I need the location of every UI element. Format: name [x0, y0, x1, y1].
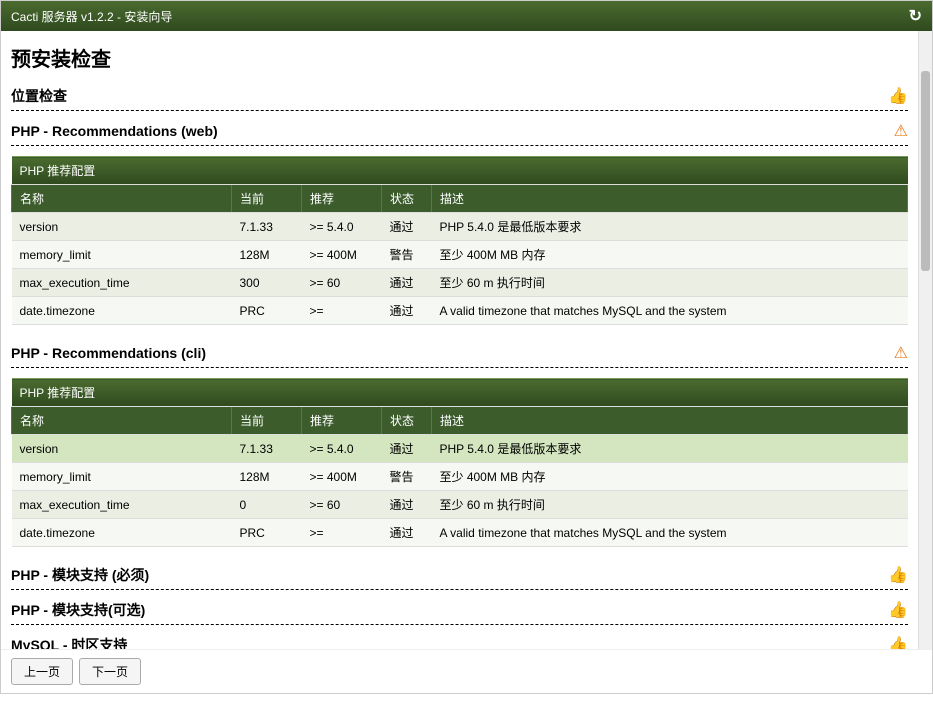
col-status: 状态	[382, 185, 432, 213]
table-row: memory_limit128M>= 400M警告至少 400M MB 内存	[12, 241, 908, 269]
cell-current: 128M	[232, 241, 302, 269]
refresh-icon[interactable]: ↻	[909, 6, 922, 26]
cell-name: date.timezone	[12, 297, 232, 325]
scrollbar[interactable]	[918, 31, 932, 649]
cell-recommended: >= 5.4.0	[302, 435, 382, 463]
titlebar: Cacti 服务器 v1.2.2 - 安装向导 ↻	[1, 1, 932, 31]
cell-description: PHP 5.4.0 是最低版本要求	[432, 435, 908, 463]
cell-name: date.timezone	[12, 519, 232, 547]
table-row: version7.1.33>= 5.4.0通过PHP 5.4.0 是最低版本要求	[12, 213, 908, 241]
section-mod-optional-title: PHP - 模块支持(可选)	[11, 600, 145, 620]
cell-current: 128M	[232, 463, 302, 491]
table-caption: PHP 推荐配置	[12, 157, 908, 185]
scrollbar-thumb[interactable]	[921, 71, 930, 271]
prev-button[interactable]: 上一页	[11, 658, 73, 685]
table-row: max_execution_time0>= 60通过至少 60 m 执行时间	[12, 491, 908, 519]
col-current: 当前	[232, 185, 302, 213]
section-mysql-tz-title: MySQL - 时区支持	[11, 635, 127, 649]
cell-recommended: >=	[302, 297, 382, 325]
table-header-row: 名称 当前 推荐 状态 描述	[12, 407, 908, 435]
col-name: 名称	[12, 185, 232, 213]
cell-status: 警告	[382, 241, 432, 269]
content-area: 预安装检查 位置检查 👍 PHP - Recommendations (web)…	[1, 31, 918, 649]
cell-current: 0	[232, 491, 302, 519]
cell-recommended: >=	[302, 519, 382, 547]
col-status: 状态	[382, 407, 432, 435]
cell-status: 通过	[382, 213, 432, 241]
cell-status: 警告	[382, 463, 432, 491]
section-php-web[interactable]: PHP - Recommendations (web) ⚠	[11, 119, 908, 146]
warning-icon: ⚠	[894, 343, 908, 363]
cell-description: 至少 400M MB 内存	[432, 241, 908, 269]
cell-description: 至少 60 m 执行时间	[432, 491, 908, 519]
cell-current: 300	[232, 269, 302, 297]
section-mysql-tz[interactable]: MySQL - 时区支持 👍	[11, 633, 908, 649]
section-php-web-title: PHP - Recommendations (web)	[11, 123, 218, 139]
table-row: date.timezonePRC>=通过A valid timezone tha…	[12, 519, 908, 547]
table-row: memory_limit128M>= 400M警告至少 400M MB 内存	[12, 463, 908, 491]
cell-description: PHP 5.4.0 是最低版本要求	[432, 213, 908, 241]
cell-recommended: >= 400M	[302, 241, 382, 269]
cell-description: 至少 60 m 执行时间	[432, 269, 908, 297]
col-description: 描述	[432, 185, 908, 213]
warning-icon: ⚠	[894, 121, 908, 141]
section-php-cli-title: PHP - Recommendations (cli)	[11, 345, 206, 361]
titlebar-text: Cacti 服务器 v1.2.2 - 安装向导	[11, 8, 172, 25]
section-location[interactable]: 位置检查 👍	[11, 84, 908, 111]
cell-current: 7.1.33	[232, 435, 302, 463]
cell-name: memory_limit	[12, 463, 232, 491]
section-mod-optional[interactable]: PHP - 模块支持(可选) 👍	[11, 598, 908, 625]
cell-name: version	[12, 213, 232, 241]
install-wizard-window: Cacti 服务器 v1.2.2 - 安装向导 ↻ 预安装检查 位置检查 👍 P…	[0, 0, 933, 694]
wizard-footer: 上一页 下一页	[1, 649, 932, 693]
cell-current: PRC	[232, 297, 302, 325]
php-cli-table: PHP 推荐配置 名称 当前 推荐 状态 描述 version7.1.33>= …	[11, 378, 908, 547]
thumbs-up-icon: 👍	[888, 635, 908, 649]
cell-name: max_execution_time	[12, 269, 232, 297]
cell-recommended: >= 60	[302, 269, 382, 297]
cell-description: A valid timezone that matches MySQL and …	[432, 519, 908, 547]
cell-status: 通过	[382, 297, 432, 325]
section-php-cli[interactable]: PHP - Recommendations (cli) ⚠	[11, 341, 908, 368]
cell-name: memory_limit	[12, 241, 232, 269]
cell-status: 通过	[382, 269, 432, 297]
thumbs-up-icon: 👍	[888, 565, 908, 585]
cell-status: 通过	[382, 519, 432, 547]
cell-name: version	[12, 435, 232, 463]
col-current: 当前	[232, 407, 302, 435]
table-row: date.timezonePRC>=通过A valid timezone tha…	[12, 297, 908, 325]
table-row: max_execution_time300>= 60通过至少 60 m 执行时间	[12, 269, 908, 297]
thumbs-up-icon: 👍	[888, 86, 908, 106]
table-caption: PHP 推荐配置	[12, 379, 908, 407]
col-description: 描述	[432, 407, 908, 435]
cell-recommended: >= 5.4.0	[302, 213, 382, 241]
col-name: 名称	[12, 407, 232, 435]
cell-description: 至少 400M MB 内存	[432, 463, 908, 491]
col-recommended: 推荐	[302, 185, 382, 213]
table-header-row: 名称 当前 推荐 状态 描述	[12, 185, 908, 213]
page-title: 预安装检查	[11, 43, 908, 72]
thumbs-up-icon: 👍	[888, 600, 908, 620]
cell-current: PRC	[232, 519, 302, 547]
col-recommended: 推荐	[302, 407, 382, 435]
cell-status: 通过	[382, 435, 432, 463]
table-row: version7.1.33>= 5.4.0通过PHP 5.4.0 是最低版本要求	[12, 435, 908, 463]
cell-recommended: >= 60	[302, 491, 382, 519]
cell-name: max_execution_time	[12, 491, 232, 519]
php-web-table: PHP 推荐配置 名称 当前 推荐 状态 描述 version7.1.33>= …	[11, 156, 908, 325]
section-mod-required-title: PHP - 模块支持 (必须)	[11, 565, 149, 585]
section-mod-required[interactable]: PHP - 模块支持 (必须) 👍	[11, 563, 908, 590]
cell-recommended: >= 400M	[302, 463, 382, 491]
cell-current: 7.1.33	[232, 213, 302, 241]
cell-status: 通过	[382, 491, 432, 519]
cell-description: A valid timezone that matches MySQL and …	[432, 297, 908, 325]
next-button[interactable]: 下一页	[79, 658, 141, 685]
section-location-title: 位置检查	[11, 86, 67, 106]
